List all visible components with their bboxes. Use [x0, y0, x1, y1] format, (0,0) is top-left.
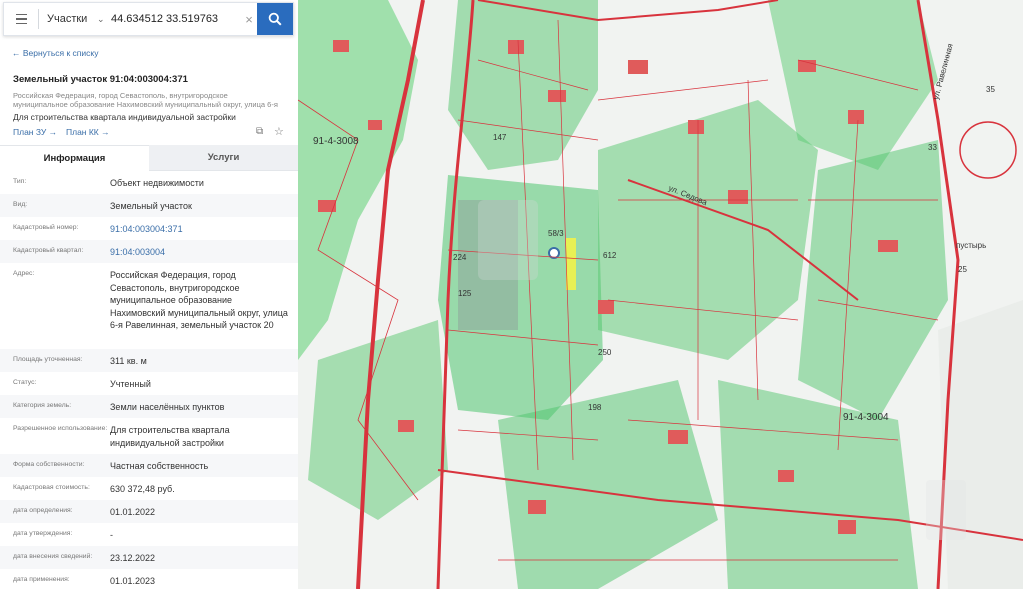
row-key: дата определения: [13, 507, 73, 514]
building-shape [848, 110, 864, 124]
building-shape [878, 240, 898, 252]
parcel-label: 612 [603, 251, 617, 260]
building-shape [628, 60, 648, 74]
area-label: пустырь [956, 241, 986, 250]
table-row: Вид: Земельный участок [0, 194, 298, 217]
row-value: Земельный участок [110, 201, 192, 211]
info-panel: Участки ⌄ 44.634512 33.519763 × ← Вернут… [0, 0, 299, 589]
purpose-text: Для строительства квартала индивидуально… [13, 112, 236, 122]
row-value: 630 372,48 руб. [110, 484, 175, 494]
parcel-label: 25 [958, 265, 967, 274]
table-row: Кадастровый квартал: 91:04:003004 [0, 240, 298, 263]
star-icon[interactable]: ☆ [274, 125, 284, 138]
table-row: дата утверждения: - [0, 523, 298, 546]
row-key: дата внесения сведений: [13, 553, 93, 560]
map-canvas[interactable]: 91-4-3008 91-4-3004 ул. Равелинная ул. С… [298, 0, 1023, 589]
building-shape [798, 60, 816, 72]
tab-information[interactable]: Информация [0, 145, 149, 171]
building-shape [368, 120, 382, 130]
row-key: Адрес: [13, 270, 35, 277]
table-row: дата определения: 01.01.2022 [0, 500, 298, 523]
tab-services[interactable]: Услуги [149, 145, 298, 171]
parcel-label: 147 [493, 133, 507, 142]
row-value: Частная собственность [110, 461, 209, 471]
row-key: Категория земель: [13, 402, 72, 409]
table-row: Площадь уточненная: 311 кв. м [0, 349, 298, 372]
search-button[interactable] [257, 3, 293, 35]
info-table: Тип: Объект недвижимости Вид: Земельный уч… [0, 171, 298, 589]
table-row: Кадастровая стоимость: 630 372,48 руб. [0, 477, 298, 500]
table-row: Разрешенное использование: Для строительс… [0, 418, 298, 454]
row-value: 01.01.2023 [110, 576, 156, 586]
building-shape [528, 500, 546, 514]
parcel-label: 58/3 [548, 229, 564, 238]
row-value: Земли населённых пунктов [110, 402, 225, 412]
row-key: Разрешенное использование: [13, 425, 108, 432]
address-subtitle: Российская Федерация, город Севастополь,… [13, 91, 278, 109]
building-shape [548, 90, 566, 102]
parcel-label: 224 [453, 253, 467, 262]
table-row: Форма собственности: Частная собственност… [0, 454, 298, 477]
search-icon [268, 12, 282, 26]
cadastral-quarter-link[interactable]: 91:04:003004 [110, 240, 298, 259]
menu-icon[interactable] [4, 3, 38, 35]
row-key: Кадастровый квартал: [13, 247, 84, 254]
table-row: Адрес: Российская Федерация, город Севаст… [0, 263, 298, 349]
row-value: Объект недвижимости [110, 178, 204, 188]
building-shape [318, 200, 336, 212]
building-shape [508, 40, 524, 54]
row-value: Учтенный [110, 379, 151, 389]
building-shape [598, 300, 614, 314]
plan-zu-link[interactable]: План ЗУ → [13, 127, 57, 137]
clear-icon[interactable]: × [241, 12, 257, 27]
building-shape [688, 120, 704, 134]
building-shape [333, 40, 349, 52]
search-input[interactable]: 44.634512 33.519763 [111, 13, 241, 25]
table-row: Категория земель: Земли населённых пункто… [0, 395, 298, 418]
row-key: Вид: [13, 201, 28, 208]
parcel-label: 35 [986, 85, 995, 94]
table-row: Статус: Учтенный [0, 372, 298, 395]
quarter-label: 91-4-3004 [843, 412, 889, 423]
row-key: Статус: [13, 379, 37, 386]
cadastral-number-link[interactable]: 91:04:003004:371 [110, 217, 298, 236]
parcel-label: 250 [598, 348, 612, 357]
object-type-select[interactable]: Участки [39, 13, 97, 25]
parcel-label: 33 [928, 143, 937, 152]
search-bar: Участки ⌄ 44.634512 33.519763 × [3, 2, 294, 36]
row-value: Российская Федерация, город Севастополь,… [110, 270, 288, 330]
table-row: дата внесения сведений: 23.12.2022 [0, 546, 298, 569]
parcel-label: 125 [458, 289, 472, 298]
building-shape [778, 470, 794, 482]
row-value: - [110, 530, 113, 540]
row-key: дата применения: [13, 576, 70, 583]
row-key: дата утверждения: [13, 530, 73, 537]
row-key: Форма собственности: [13, 461, 85, 468]
row-value: 23.12.2022 [110, 553, 156, 563]
back-to-list-link[interactable]: ← Вернуться к списку [12, 48, 98, 58]
row-key: Кадастровая стоимость: [13, 484, 90, 491]
table-row: Кадастровый номер: 91:04:003004:371 [0, 217, 298, 240]
row-value: Для строительства квартала индивидуально… [110, 425, 230, 448]
row-value: 311 кв. м [110, 356, 147, 366]
quarter-label: 91-4-3008 [313, 136, 359, 147]
cadastral-map[interactable]: 91-4-3008 91-4-3004 ул. Равелинная ул. С… [298, 0, 1023, 589]
building-shape [838, 520, 856, 534]
selected-parcel[interactable] [566, 238, 576, 290]
building-shape [398, 420, 414, 432]
row-key: Тип: [13, 178, 27, 185]
parcel-label: 198 [588, 403, 602, 412]
building-shape [728, 190, 748, 204]
table-row: Тип: Объект недвижимости [0, 171, 298, 194]
chevron-down-icon[interactable]: ⌄ [97, 14, 111, 25]
plan-kk-link[interactable]: План КК → [66, 127, 110, 137]
share-icon[interactable]: ⧉ [256, 126, 263, 137]
tabs: Информация Услуги [0, 145, 298, 171]
row-key: Площадь уточненная: [13, 356, 83, 363]
row-value: 01.01.2022 [110, 507, 156, 517]
building-shape [668, 430, 688, 444]
page-title: Земельный участок 91:04:003004:371 [13, 74, 188, 85]
row-key: Кадастровый номер: [13, 224, 79, 231]
table-row: дата применения: 01.01.2023 [0, 569, 298, 589]
